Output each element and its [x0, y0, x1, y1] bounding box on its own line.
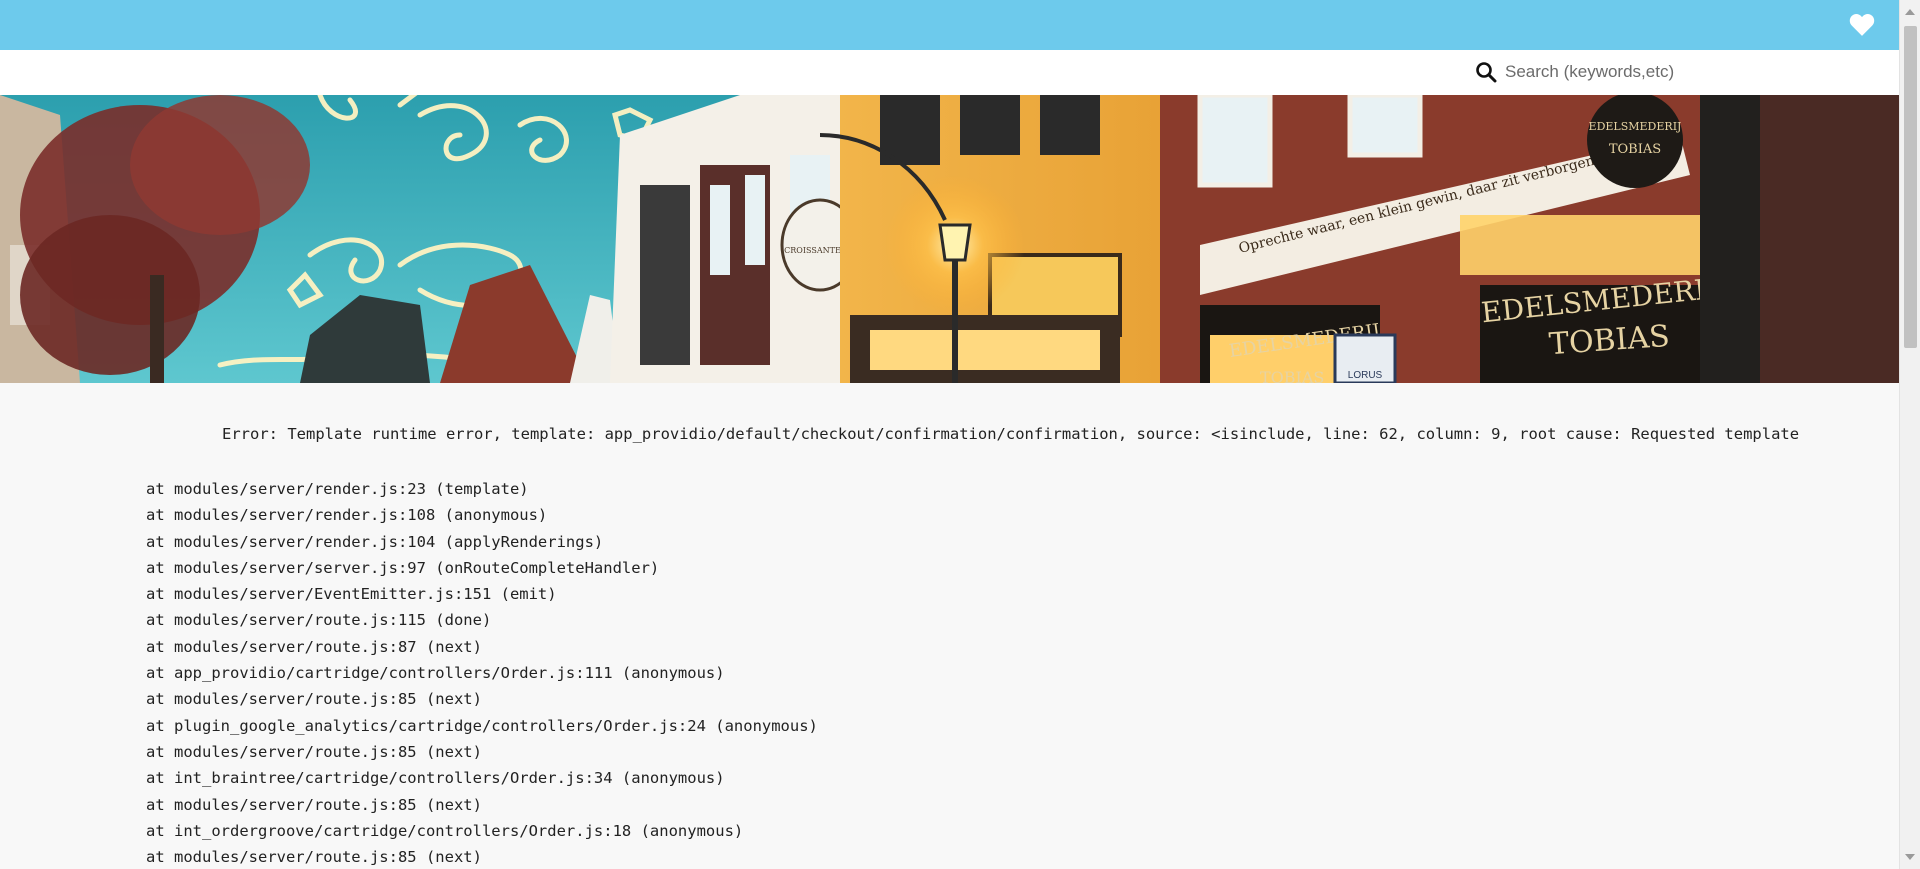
shop-badge: EDELSMEDERIJ TOBIAS [1587, 95, 1683, 188]
stack-frame: at plugin_google_analytics/cartridge/con… [146, 716, 818, 735]
stack-frame: at modules/server/route.js:85 (next) [146, 795, 482, 814]
stack-frame: at modules/server/EventEmitter.js:151 (e… [146, 585, 557, 604]
stack-frame: at modules/server/route.js:87 (next) [146, 637, 482, 656]
stack-frame: at modules/server/render.js:23 (template… [146, 480, 529, 498]
stack-frame: at modules/server/route.js:85 (next) [146, 690, 482, 709]
search-input[interactable] [1505, 58, 1835, 86]
error-output: Error: Template runtime error, template:… [0, 383, 1899, 869]
hero-banner: CROISSANTERIE Oprechte waar, een klein g… [0, 95, 1899, 383]
stack-frame: at app_providio/cartridge/controllers/Or… [146, 664, 725, 683]
scroll-thumb[interactable] [1904, 26, 1917, 348]
stack-frame: at modules/server/route.js:85 (next) [146, 848, 482, 867]
stack-frame: at int_braintree/cartridge/controllers/O… [146, 769, 725, 788]
page-scrollbar[interactable] [1899, 0, 1920, 869]
svg-text:EDELSMEDERIJ: EDELSMEDERIJ [1589, 120, 1682, 133]
stack-frame: at modules/server/render.js:108 (anonymo… [146, 506, 548, 525]
stack-frame: at modules/server/route.js:115 (done) [146, 611, 492, 630]
hero-image: CROISSANTERIE Oprechte waar, een klein g… [0, 95, 1899, 383]
heart-icon[interactable] [1849, 13, 1875, 37]
svg-text:LORUS: LORUS [1348, 370, 1383, 381]
stack-frame: at modules/server/server.js:97 (onRouteC… [146, 558, 660, 577]
stack-trace: at modules/server/render.js:23 (template… [146, 476, 818, 869]
svg-text:TOBIAS: TOBIAS [1609, 142, 1661, 157]
stack-frame: at int_ordergroove/cartridge/controllers… [146, 821, 744, 840]
top-header-bar [0, 0, 1899, 50]
scroll-down-arrow-icon[interactable] [1905, 854, 1915, 860]
svg-text:TOBIAS: TOBIAS [1260, 368, 1324, 383]
shop-sign: EDELSMEDERIJ TOBIAS [1480, 272, 1720, 383]
stack-frame: at modules/server/render.js:104 (applyRe… [146, 532, 604, 551]
stack-frame: at modules/server/route.js:85 (next) [146, 742, 482, 761]
error-message: Error: Template runtime error, template:… [222, 425, 1800, 443]
search-icon[interactable] [1475, 61, 1497, 83]
scroll-up-arrow-icon[interactable] [1905, 9, 1915, 15]
search-bar [0, 50, 1899, 95]
